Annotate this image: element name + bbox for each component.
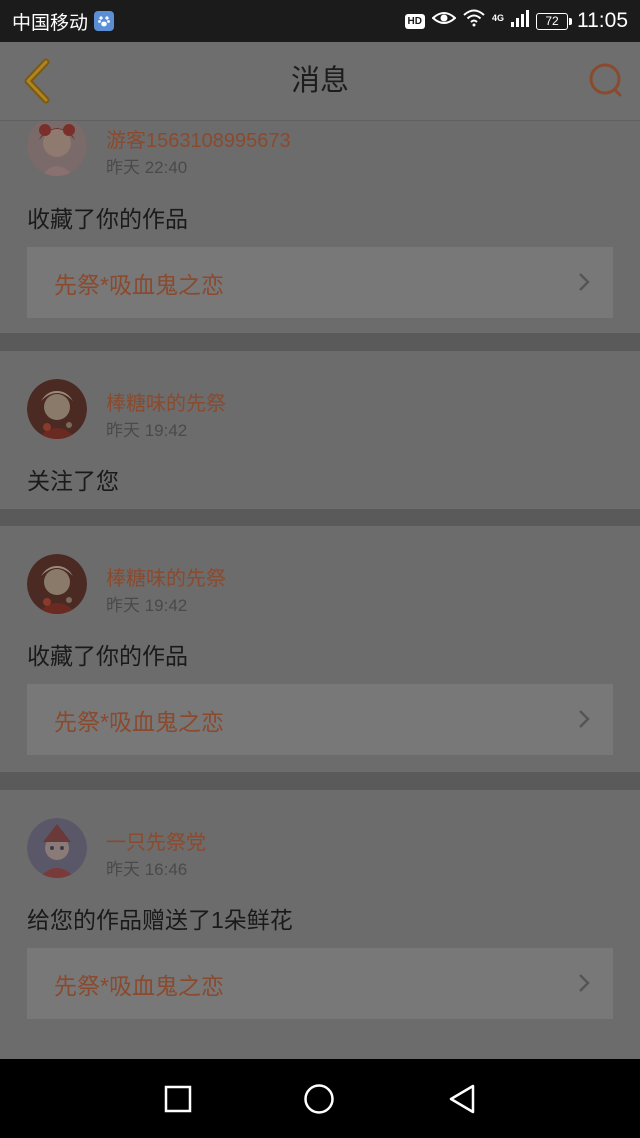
message-card[interactable]: 棒糖味的先祭 昨天 19:42 收藏了你的作品 先祭*吸血鬼之恋 [0,526,640,772]
search-button[interactable] [586,60,626,100]
message-action: 给您的作品赠送了1朵鲜花 [27,907,293,933]
status-left: 中国移动 [12,8,115,35]
page-title: 消息 [290,65,349,97]
circle-icon [304,1084,334,1114]
status-bar: 中国移动 HD 4G 72 11:05 [0,0,640,42]
message-list[interactable]: 游客1563108995673 昨天 22:40 收藏了你的作品 先祭*吸血鬼之… [0,121,640,1059]
hd-badge: HD [404,13,425,29]
avatar[interactable] [27,121,87,176]
work-link[interactable]: 先祭*吸血鬼之恋 [27,247,613,318]
message-time: 昨天 16:46 [106,860,188,879]
message-time: 昨天 19:42 [106,596,188,615]
navigation-bar [0,1059,640,1138]
app-header: 消息 [0,42,640,121]
clock: 11:05 [577,9,628,32]
message-action: 关注了您 [27,468,119,494]
work-link[interactable]: 先祭*吸血鬼之恋 [27,948,613,1019]
message-username[interactable]: 游客1563108995673 [106,124,291,153]
message-card[interactable]: 棒糖味的先祭 昨天 19:42 关注了您 [0,351,640,509]
work-title: 先祭*吸血鬼之恋 [54,271,224,298]
message-card[interactable]: 游客1563108995673 昨天 22:40 收藏了你的作品 先祭*吸血鬼之… [0,121,640,333]
message-card[interactable]: 一只先祭党 昨天 16:46 给您的作品赠送了1朵鲜花 先祭*吸血鬼之恋 [0,790,640,1059]
search-icon [589,63,622,97]
carrier-name: 中国移动 [12,12,89,34]
battery-level: 72 [545,14,559,28]
work-title: 先祭*吸血鬼之恋 [54,708,224,735]
chevron-right-icon [579,710,590,728]
avatar[interactable] [27,554,87,614]
status-right: HD 4G 72 11:05 [404,9,628,33]
message-action: 收藏了你的作品 [27,643,188,669]
wifi-icon [463,9,485,33]
chevron-right-icon [579,974,590,992]
message-username[interactable]: 一只先祭党 [106,826,206,855]
signal-icon [511,9,529,33]
eye-icon [431,10,457,32]
home-button[interactable] [303,1083,335,1115]
message-action: 收藏了你的作品 [27,206,188,232]
chevron-right-icon [579,273,590,291]
work-title: 先祭*吸血鬼之恋 [54,972,224,999]
message-username[interactable]: 棒糖味的先祭 [106,387,226,416]
message-username[interactable]: 棒糖味的先祭 [106,562,226,591]
avatar[interactable] [27,379,87,439]
network-type: 4G [491,13,504,23]
battery-icon: 72 [536,12,572,30]
message-time: 昨天 22:40 [106,158,188,177]
recent-apps-button[interactable] [162,1083,194,1115]
triangle-back-icon [449,1084,475,1114]
work-link[interactable]: 先祭*吸血鬼之恋 [27,684,613,755]
system-back-button[interactable] [446,1083,478,1115]
avatar[interactable] [27,818,87,878]
message-time: 昨天 19:42 [106,421,188,440]
square-icon [164,1085,192,1113]
paw-app-icon [94,11,115,31]
